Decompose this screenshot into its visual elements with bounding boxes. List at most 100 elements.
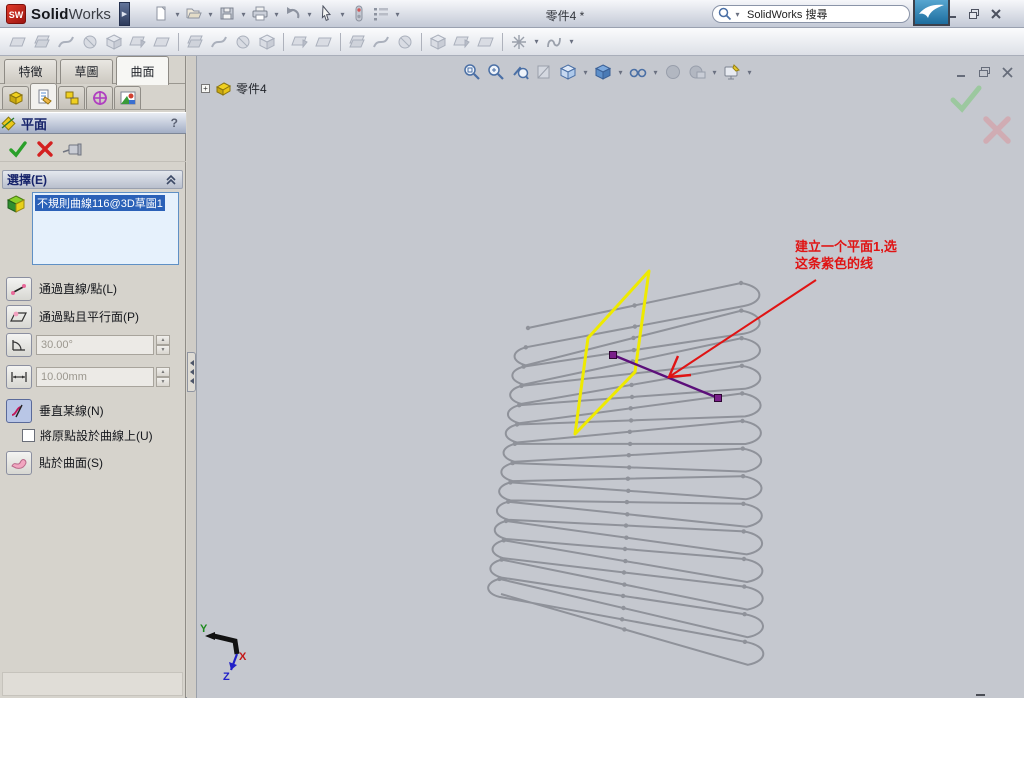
restore-button[interactable] [963,6,985,22]
lofted-surface-button[interactable] [78,31,102,53]
filled-surface-button[interactable] [126,31,150,53]
view-orientation-button[interactable] [556,61,580,83]
options-caret[interactable]: ▾ [392,10,403,19]
view-settings-button[interactable] [720,61,744,83]
trim-surface-button[interactable] [369,31,393,53]
panel-tab-features[interactable] [2,86,29,109]
angle-icon[interactable] [6,332,32,357]
on-surface-icon[interactable] [6,450,32,475]
open-button[interactable] [183,3,205,25]
selection-listbox[interactable]: 不規則曲線116@3D草圖1 [32,192,179,265]
panel-collapse-handle[interactable] [187,352,196,392]
angle-spinner[interactable]: ▲ ▼ [156,334,170,355]
through-line-point-icon[interactable] [6,276,32,301]
hide-show-items-button[interactable] [626,61,650,83]
option-normal-to-curve[interactable]: 垂直某線(N) [6,398,184,423]
new-document-button[interactable] [150,3,172,25]
option-on-surface[interactable]: 貼於曲面(S) [6,450,184,475]
panel-tab-dimxpert[interactable] [86,86,113,109]
view-settings-caret[interactable]: ▾ [744,68,755,77]
parallel-plane-icon[interactable] [6,304,32,329]
feature-tree-root[interactable]: + 零件4 [201,80,267,97]
ruled-surface-button[interactable] [231,31,255,53]
freeform-button[interactable] [150,31,174,53]
search-input[interactable]: SolidWorks 搜尋 [747,6,827,22]
save-button[interactable] [216,3,238,25]
zoom-to-area-button[interactable] [484,61,508,83]
option-through-line-point[interactable]: 通過直線/點(L) [6,276,184,301]
display-style-button[interactable] [591,61,615,83]
select-caret[interactable]: ▾ [337,10,348,19]
doc-minimize-button[interactable] [955,66,968,78]
thickened-cut-button[interactable] [450,31,474,53]
doc-close-button[interactable] [1001,66,1014,78]
search-box[interactable]: ▾ SolidWorks 搜尋 [712,5,910,23]
option-parallel-plane-at-point[interactable]: 通過點且平行面(P) [6,304,184,329]
reference-geometry-button[interactable] [507,31,531,53]
swept-surface-button[interactable] [54,31,78,53]
replace-face-button[interactable] [288,31,312,53]
graphics-viewport[interactable]: ▾ ▾ ▾ ▾ ▾ + 零件4 建立一个平面1,选 这条紫色的线 Y X Z [197,56,1024,698]
save-caret[interactable]: ▾ [238,10,249,19]
confirm-cancel-watermark[interactable] [981,114,1013,146]
display-style-caret[interactable]: ▾ [615,68,626,77]
panel-tab-properties[interactable] [30,83,57,109]
heads-up-view-toolbar: ▾ ▾ ▾ ▾ ▾ [460,61,755,83]
normal-to-curve-icon[interactable] [6,398,32,423]
hide-show-items-caret[interactable]: ▾ [650,68,661,77]
reference-geometry-caret[interactable]: ▾ [531,37,542,46]
ok-button[interactable] [8,139,28,159]
options-button[interactable] [370,3,392,25]
tab-曲面[interactable]: 曲面 [116,56,169,85]
panel-splitter[interactable] [187,56,197,698]
selection-group-header[interactable]: 選擇(E) [2,170,183,189]
curves-button[interactable] [542,31,566,53]
origin-on-curve-option[interactable]: 將原點設於曲線上(U) [22,426,182,444]
thicken-button[interactable] [426,31,450,53]
cancel-button[interactable] [36,140,54,158]
extend-surface-button[interactable] [345,31,369,53]
curves-caret[interactable]: ▾ [566,37,577,46]
distance-field[interactable]: 10.00mm [36,366,154,387]
open-caret[interactable]: ▾ [205,10,216,19]
angle-field[interactable]: 30.00° [36,334,154,355]
zoom-to-fit-button[interactable] [460,61,484,83]
delete-face-button[interactable] [255,31,279,53]
tree-expand-icon[interactable]: + [201,84,210,93]
angle-row: 30.00° ▲ ▼ [6,332,184,357]
knit-surface-button[interactable] [393,31,417,53]
print-caret[interactable]: ▾ [271,10,282,19]
boundary-surface-button[interactable] [102,31,126,53]
menu-expand-arrow[interactable]: ▶ [118,2,130,26]
offset-surface-button[interactable] [207,31,231,53]
undo-caret[interactable]: ▾ [304,10,315,19]
logo-text-works: Works [68,5,111,23]
distance-icon[interactable] [6,364,32,389]
cut-with-surface-button[interactable] [474,31,498,53]
selected-entity[interactable]: 不規則曲線116@3D草圖1 [35,195,165,211]
rebuild-button[interactable] [348,3,370,25]
tab-特徵[interactable]: 特徵 [4,59,57,84]
distance-spinner[interactable]: ▲ ▼ [156,366,170,387]
pin-button[interactable] [62,141,84,157]
confirm-ok-watermark[interactable] [949,84,983,114]
tab-草圖[interactable]: 草圖 [60,59,113,84]
select-button[interactable] [315,3,337,25]
panel-tab-display[interactable] [114,86,141,109]
close-button[interactable] [985,6,1007,22]
view-orientation-caret[interactable]: ▾ [580,68,591,77]
revolved-surface-button[interactable] [30,31,54,53]
print-button[interactable] [249,3,271,25]
untrim-surface-button[interactable] [312,31,336,53]
propertymanager-help[interactable]: ? [171,116,178,130]
doc-restore-button[interactable] [978,66,991,78]
apply-scene-caret[interactable]: ▾ [709,68,720,77]
new-document-caret[interactable]: ▾ [172,10,183,19]
undo-button[interactable] [282,3,304,25]
panel-tab-configurations[interactable] [58,86,85,109]
search-scope-caret[interactable]: ▾ [732,10,743,19]
extruded-surface-button[interactable] [6,31,30,53]
planar-surface-button[interactable] [183,31,207,53]
origin-on-curve-checkbox[interactable] [22,428,35,442]
previous-view-button[interactable] [508,61,532,83]
